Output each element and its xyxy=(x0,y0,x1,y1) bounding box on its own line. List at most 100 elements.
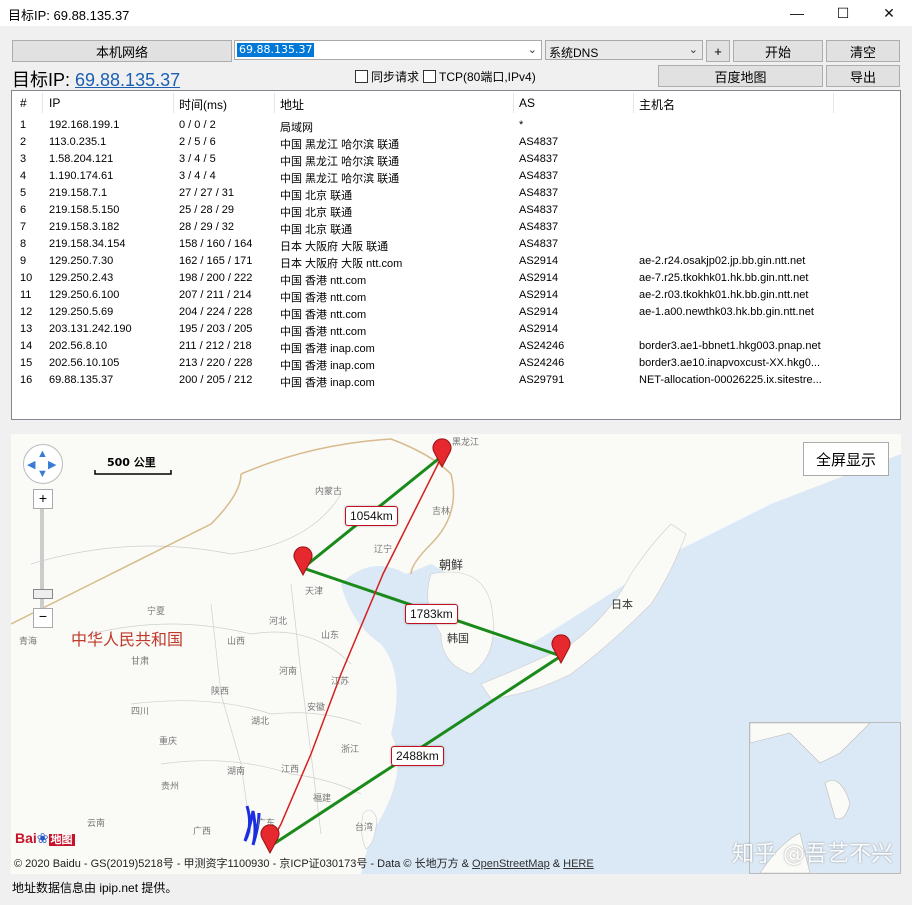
column-header-as[interactable]: AS xyxy=(519,96,535,110)
cell-time: 0 / 0 / 2 xyxy=(179,119,216,131)
distance-label: 1054km xyxy=(345,506,398,526)
cell-as: AS4837 xyxy=(519,170,559,182)
osm-link[interactable]: OpenStreetMap xyxy=(472,858,550,870)
minimize-button[interactable]: — xyxy=(774,0,820,26)
cell-address: 中国 黑龙江 哈尔滨 联通 xyxy=(280,173,400,185)
add-button[interactable]: + xyxy=(706,40,730,62)
baidu-logo-suffix: 地图 xyxy=(48,834,75,846)
cell-ip: 203.131.242.190 xyxy=(49,323,132,335)
table-row[interactable]: 7 219.158.3.182 28 / 29 / 32 中国 北京 联通 AS4837 xyxy=(12,219,900,236)
target-ip-link[interactable]: 69.88.135.37 xyxy=(75,70,180,90)
chevron-down-icon[interactable]: ⌄ xyxy=(689,43,698,56)
cell-time: 200 / 205 / 212 xyxy=(179,374,253,386)
region-label: 吉林 xyxy=(432,507,451,517)
export-button[interactable]: 导出 xyxy=(826,65,900,87)
zoom-out-button[interactable]: − xyxy=(33,608,53,628)
checkbox-box[interactable] xyxy=(355,70,368,83)
column-header-index[interactable]: # xyxy=(20,96,27,110)
cell-address: 中国 香港 inap.com xyxy=(280,377,375,389)
cell-address: 中国 北京 联通 xyxy=(280,190,353,202)
clear-button[interactable]: 清空 xyxy=(826,40,900,62)
region-label: 陕西 xyxy=(211,687,230,697)
zoom-in-button[interactable]: + xyxy=(33,489,53,509)
cell-time: 158 / 160 / 164 xyxy=(179,238,253,250)
table-row[interactable]: 8 219.158.34.154 158 / 160 / 164 日本 大阪府 大阪 … xyxy=(12,236,900,253)
trace-table[interactable]: # IP 时间(ms) 地址 AS 主机名 1 192.168.199.1 0 / … xyxy=(11,90,901,420)
cell-as: AS4837 xyxy=(519,153,559,165)
local-network-button[interactable]: 本机网络 xyxy=(12,40,232,62)
column-header-hostname[interactable]: 主机名 xyxy=(639,96,675,113)
region-label: 内蒙古 xyxy=(315,487,343,497)
cell-ip: 219.158.3.182 xyxy=(49,221,120,233)
cell-ip: 219.158.7.1 xyxy=(49,187,108,199)
pan-down-icon[interactable]: ▼ xyxy=(37,468,48,480)
sync-request-checkbox[interactable]: 同步请求 xyxy=(355,68,419,85)
table-row[interactable]: 11 129.250.6.100 207 / 211 / 214 中国 香港 ntt.… xyxy=(12,287,900,304)
table-row[interactable]: 6 219.158.5.150 25 / 28 / 29 中国 北京 联通 AS4837 xyxy=(12,202,900,219)
cell-hostname: ae-1.a00.newthk03.hk.bb.gin.ntt.net xyxy=(639,306,814,318)
region-label: 辽宁 xyxy=(374,545,393,555)
distance-label: 1783km xyxy=(405,604,458,624)
table-row[interactable]: 13 203.131.242.190 195 / 203 / 205 中国 香港 nt… xyxy=(12,321,900,338)
cell-address: 中国 北京 联通 xyxy=(280,224,353,236)
here-link[interactable]: HERE xyxy=(563,858,594,870)
cell-index: 10 xyxy=(20,272,33,284)
chevron-down-icon[interactable]: ⌄ xyxy=(528,43,537,56)
baidu-logo-text: Bai xyxy=(15,830,37,846)
pan-left-icon[interactable]: ◀ xyxy=(27,458,35,471)
baidu-map-button[interactable]: 百度地图 xyxy=(658,65,823,87)
cell-index: 3 xyxy=(20,153,27,165)
cell-address: 日本 大阪府 大阪 联通 xyxy=(280,241,389,253)
cell-as: AS2914 xyxy=(519,323,559,335)
region-label: 台湾 xyxy=(355,823,374,833)
table-row[interactable]: 12 129.250.5.69 204 / 224 / 228 中国 香港 ntt.c… xyxy=(12,304,900,321)
map-marker-icon[interactable] xyxy=(431,438,453,468)
cell-ip: 202.56.10.105 xyxy=(49,357,120,369)
cell-ip: 219.158.34.154 xyxy=(49,238,126,250)
map-marker-icon[interactable] xyxy=(292,546,314,576)
column-header-ip[interactable]: IP xyxy=(49,96,60,110)
fullscreen-button[interactable]: 全屏显示 xyxy=(803,442,889,476)
cell-as: AS2914 xyxy=(519,255,559,267)
cell-index: 11 xyxy=(20,289,32,301)
table-row[interactable]: 5 219.158.7.1 27 / 27 / 31 中国 北京 联通 AS4837 xyxy=(12,185,900,202)
cell-index: 12 xyxy=(20,306,33,318)
table-row[interactable]: 10 129.250.2.43 198 / 200 / 222 中国 香港 ntt.c… xyxy=(12,270,900,287)
baidu-map[interactable]: ▲ ▼ ◀ ▶ + − 500 公里 全屏显示 黑龙江 内蒙古 吉林 辽宁 天津… xyxy=(11,434,901,874)
column-header-time[interactable]: 时间(ms) xyxy=(179,96,227,113)
table-row[interactable]: 4 1.190.174.61 3 / 4 / 4 中国 黑龙江 哈尔滨 联通 AS483… xyxy=(12,168,900,185)
table-row[interactable]: 9 129.250.7.30 162 / 165 / 171 日本 大阪府 大阪 nt… xyxy=(12,253,900,270)
region-label: 湖南 xyxy=(227,767,246,777)
pan-right-icon[interactable]: ▶ xyxy=(48,458,56,471)
cell-as: AS24246 xyxy=(519,340,565,352)
region-label: 天津 xyxy=(305,587,324,597)
cell-as: AS4837 xyxy=(519,204,559,216)
tcp-checkbox[interactable]: TCP(80端口,IPv4) xyxy=(423,68,536,85)
ip-input[interactable]: 69.88.135.37 ⌄ xyxy=(234,40,542,60)
maximize-button[interactable]: ☐ xyxy=(820,0,866,26)
cell-index: 15 xyxy=(20,357,33,369)
table-row[interactable]: 1 192.168.199.1 0 / 0 / 2 局域网 * xyxy=(12,117,900,134)
cell-time: 211 / 212 / 218 xyxy=(179,340,252,352)
pan-up-icon[interactable]: ▲ xyxy=(37,448,48,460)
map-marker-icon[interactable] xyxy=(259,824,281,854)
zoom-slider-handle[interactable] xyxy=(33,589,53,599)
table-row[interactable]: 16 69.88.135.37 200 / 205 / 212 中国 香港 inap.… xyxy=(12,372,900,389)
pan-control[interactable]: ▲ ▼ ◀ ▶ xyxy=(23,444,63,484)
table-row[interactable]: 14 202.56.8.10 211 / 212 / 218 中国 香港 inap.c… xyxy=(12,338,900,355)
dns-select[interactable]: 系统DNS ⌄ xyxy=(545,40,703,60)
region-label: 四川 xyxy=(131,707,150,717)
cell-ip: 1.190.174.61 xyxy=(49,170,114,182)
close-button[interactable]: ✕ xyxy=(866,0,912,26)
column-header-address[interactable]: 地址 xyxy=(280,96,304,113)
table-row[interactable]: 15 202.56.10.105 213 / 220 / 228 中国 香港 inap… xyxy=(12,355,900,372)
status-text: 地址数据信息由 ipip.net 提供。 xyxy=(12,881,178,895)
cell-as: * xyxy=(519,119,524,131)
start-button[interactable]: 开始 xyxy=(733,40,823,62)
region-label: 重庆 xyxy=(159,737,178,747)
checkbox-box[interactable] xyxy=(423,70,436,83)
cell-address: 日本 大阪府 大阪 ntt.com xyxy=(280,258,403,270)
map-marker-icon[interactable] xyxy=(550,634,572,664)
table-row[interactable]: 3 1.58.204.121 3 / 4 / 5 中国 黑龙江 哈尔滨 联通 AS483… xyxy=(12,151,900,168)
table-row[interactable]: 2 113.0.235.1 2 / 5 / 6 中国 黑龙江 哈尔滨 联通 AS4837 xyxy=(12,134,900,151)
